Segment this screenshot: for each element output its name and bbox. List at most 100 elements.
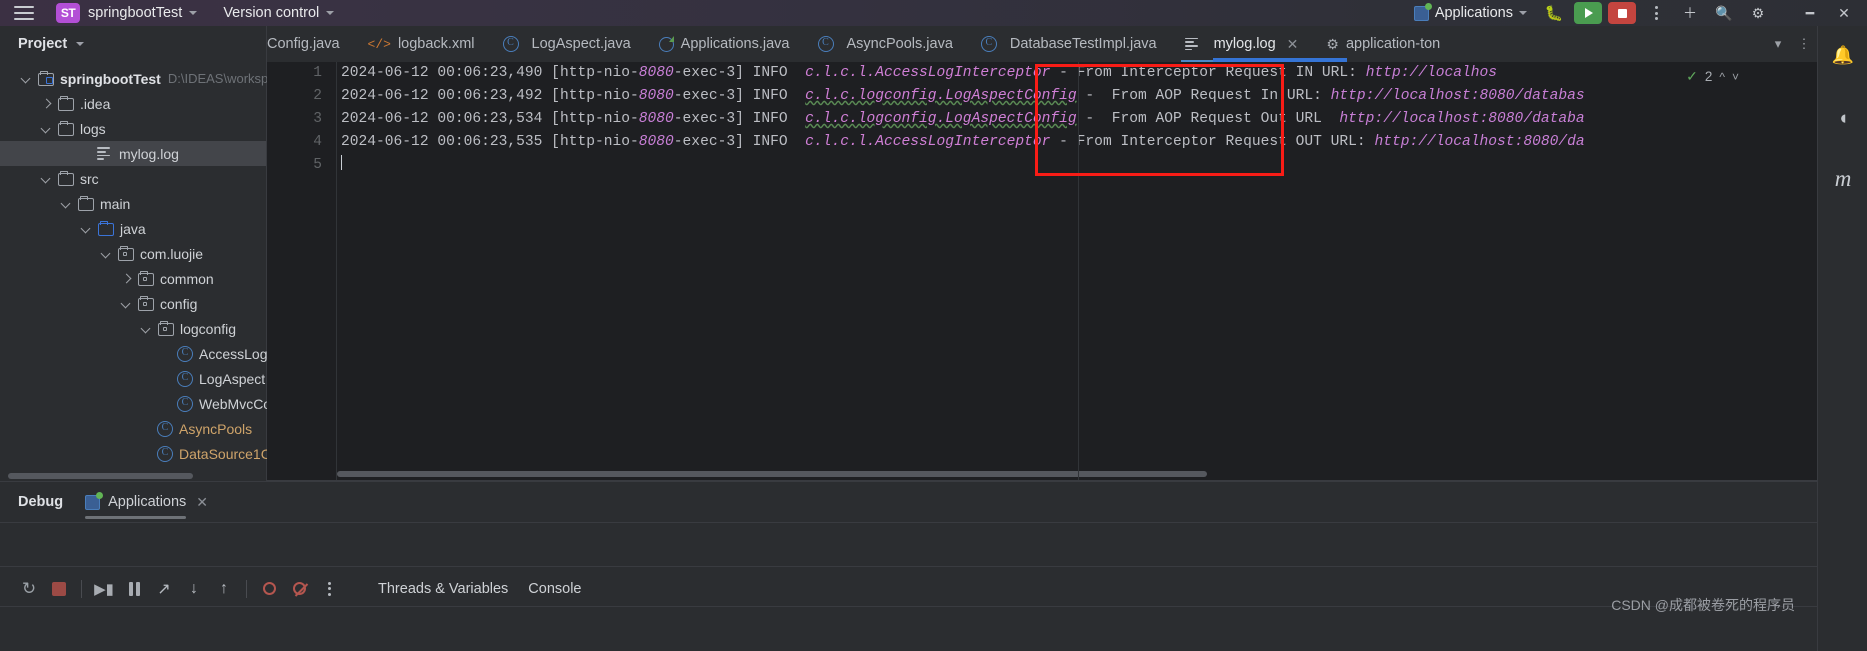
editor-horizontal-scrollbar[interactable] xyxy=(337,471,1207,477)
inspection-ok-icon: ✓ xyxy=(1686,68,1698,84)
tab-asyncpools-java[interactable]: C AsyncPools.java xyxy=(804,26,967,62)
maven-icon[interactable]: m xyxy=(1818,156,1867,202)
tree-item-com-luojie[interactable]: com.luojie xyxy=(0,241,266,266)
tab-config-java[interactable]: Config.java xyxy=(267,26,354,62)
chevron-right-icon[interactable] xyxy=(120,272,133,285)
database-icon[interactable]: ◖ xyxy=(1818,96,1867,142)
tree-item-datasource1co[interactable]: C DataSource1Co xyxy=(0,441,279,466)
tree-item-main[interactable]: main xyxy=(0,191,266,216)
log-url: http://localhost:8080/da xyxy=(1374,134,1585,150)
tree-item-label: common xyxy=(160,270,214,287)
inspection-widget[interactable]: ✓ 2 ^ ˅ xyxy=(1686,68,1739,85)
project-panel-header[interactable]: Project xyxy=(0,26,266,62)
tab-databasetestimpl-java[interactable]: C DatabaseTestImpl.java xyxy=(967,26,1171,62)
tab-overflow-group: ▾ ⋮ xyxy=(1765,26,1817,62)
step-into-icon[interactable]: ↓ xyxy=(179,567,209,611)
chevron-down-icon[interactable] xyxy=(60,197,73,210)
tab-label: LogAspect.java xyxy=(531,36,631,52)
tree-item-common[interactable]: common xyxy=(0,266,266,291)
tab-label: Config.java xyxy=(267,36,340,52)
tab-logback-xml[interactable]: </> logback.xml xyxy=(354,26,489,62)
chevron-down-icon[interactable] xyxy=(120,297,133,310)
tree-item-logaspect[interactable]: C LogAspect xyxy=(0,366,266,391)
tree-item-label: logs xyxy=(80,120,106,137)
chevron-down-icon[interactable] xyxy=(40,122,53,135)
rerun-icon[interactable]: ↻ xyxy=(14,567,44,611)
step-over-icon[interactable]: ↗ xyxy=(149,567,179,611)
mute-breakpoints-icon[interactable] xyxy=(284,567,314,611)
debug-tool-window: Debug Applications ✕ ↻ ▶▮ ↗ ↓ ↑ Threads … xyxy=(0,481,1817,651)
chevron-down-icon[interactable] xyxy=(80,222,93,235)
tree-item-asyncpools[interactable]: C AsyncPools xyxy=(0,416,266,441)
editor-area[interactable]: 1 2 3 4 5 2024-06-12 00:06:23,490 [http-nio-… xyxy=(267,62,1817,481)
run-button[interactable] xyxy=(1571,0,1605,26)
project-horizontal-scrollbar[interactable] xyxy=(8,473,193,479)
log-logger: c.l.c.logconfig.LogAspectConfig xyxy=(805,111,1077,127)
tab-applications[interactable]: Applications ✕ xyxy=(85,482,208,522)
project-name-dropdown[interactable]: springbootTest xyxy=(88,5,198,21)
tree-item-config[interactable]: config xyxy=(0,291,266,316)
tree-item--idea[interactable]: .idea xyxy=(0,91,266,116)
more-options-icon[interactable]: ⋮ xyxy=(1791,36,1817,52)
stop-icon xyxy=(1608,2,1636,24)
chevron-down-icon[interactable] xyxy=(100,247,113,260)
package-icon xyxy=(157,320,174,336)
close-icon[interactable]: ✕ xyxy=(1827,0,1861,26)
log-thread: -exec-3] INFO xyxy=(673,88,806,104)
title-bar: ST springbootTest Version control Applic… xyxy=(0,0,1867,26)
tree-item-webmvcco[interactable]: C WebMvcCo xyxy=(0,391,271,416)
chevron-right-icon[interactable] xyxy=(40,97,53,110)
tab-application-ton[interactable]: ⚙ application-ton xyxy=(1312,26,1454,62)
view-breakpoints-icon[interactable] xyxy=(254,567,284,611)
tree-item-mylog-log[interactable]: mylog.log xyxy=(0,141,266,166)
editor-code[interactable]: 2024-06-12 00:06:23,490 [http-nio-8080-e… xyxy=(337,62,1817,481)
next-occurrence-icon[interactable]: ˅ xyxy=(1732,70,1739,84)
stop-icon[interactable] xyxy=(44,567,74,611)
resume-program-icon[interactable]: ▶▮ xyxy=(89,567,119,611)
tab-applications-java[interactable]: Applications.java xyxy=(645,26,804,62)
tab-mylog-log[interactable]: mylog.log ✕ xyxy=(1171,26,1313,62)
tree-item-logconfig[interactable]: logconfig xyxy=(0,316,266,341)
panel-tab-threads-variables[interactable]: Threads & Variables xyxy=(378,581,508,597)
tree-item-springboottest[interactable]: springbootTest D:\IDEAS\workspa xyxy=(0,66,276,91)
tree-item-accesslogi[interactable]: C AccessLogI xyxy=(0,341,271,366)
chevron-down-icon[interactable] xyxy=(76,42,85,46)
chevron-down-icon[interactable] xyxy=(140,322,153,335)
chevron-down-icon[interactable] xyxy=(40,172,53,185)
pause-program-icon[interactable] xyxy=(119,567,149,611)
tree-item-java[interactable]: java xyxy=(0,216,266,241)
tree-item-src[interactable]: src xyxy=(0,166,266,191)
stop-button[interactable] xyxy=(1605,0,1639,26)
tree-item-logs[interactable]: logs xyxy=(0,116,266,141)
debug-toolbar: ↻ ▶▮ ↗ ↓ ↑ Threads & Variables Console xyxy=(0,566,1817,610)
search-icon[interactable]: 🔍 xyxy=(1707,0,1741,26)
more-options-icon[interactable] xyxy=(1639,0,1673,26)
run-icon xyxy=(1574,2,1602,24)
notifications-bell-icon[interactable]: 🔔 xyxy=(1818,32,1867,78)
debug-button[interactable]: 🐛 xyxy=(1537,0,1571,26)
chevron-down-icon[interactable] xyxy=(20,72,33,85)
hamburger-icon[interactable] xyxy=(14,5,34,21)
tab-logaspect-java[interactable]: C LogAspect.java xyxy=(489,26,645,62)
chevron-down-icon[interactable]: ▾ xyxy=(1765,36,1791,52)
add-icon[interactable]: ＋ xyxy=(1673,0,1707,26)
more-options-icon[interactable] xyxy=(314,567,344,611)
tab-label: application-ton xyxy=(1345,36,1441,52)
java-class-icon: C xyxy=(177,345,193,362)
folder-icon xyxy=(57,170,74,186)
inspection-count: 2 xyxy=(1704,69,1713,84)
settings-icon[interactable]: ⚙ xyxy=(1741,0,1775,26)
previous-occurrence-icon[interactable]: ^ xyxy=(1719,70,1725,84)
minimize-icon[interactable]: ━ xyxy=(1793,0,1827,26)
panel-tab-console[interactable]: Console xyxy=(528,581,581,597)
tree-item-label: mylog.log xyxy=(119,145,179,162)
log-timestamp: 2024-06-12 00:06:23,490 [http-nio- xyxy=(341,65,639,81)
version-control-dropdown[interactable]: Version control xyxy=(223,5,335,21)
close-icon[interactable]: ✕ xyxy=(1287,36,1299,53)
run-configuration-selector[interactable]: Applications xyxy=(1413,2,1527,21)
step-out-icon[interactable]: ↑ xyxy=(209,567,239,611)
project-tree: springbootTest D:\IDEAS\workspa .idea logs m… xyxy=(0,62,279,466)
close-icon[interactable]: ✕ xyxy=(196,494,208,511)
debug-toolbar-divider xyxy=(0,606,1817,607)
